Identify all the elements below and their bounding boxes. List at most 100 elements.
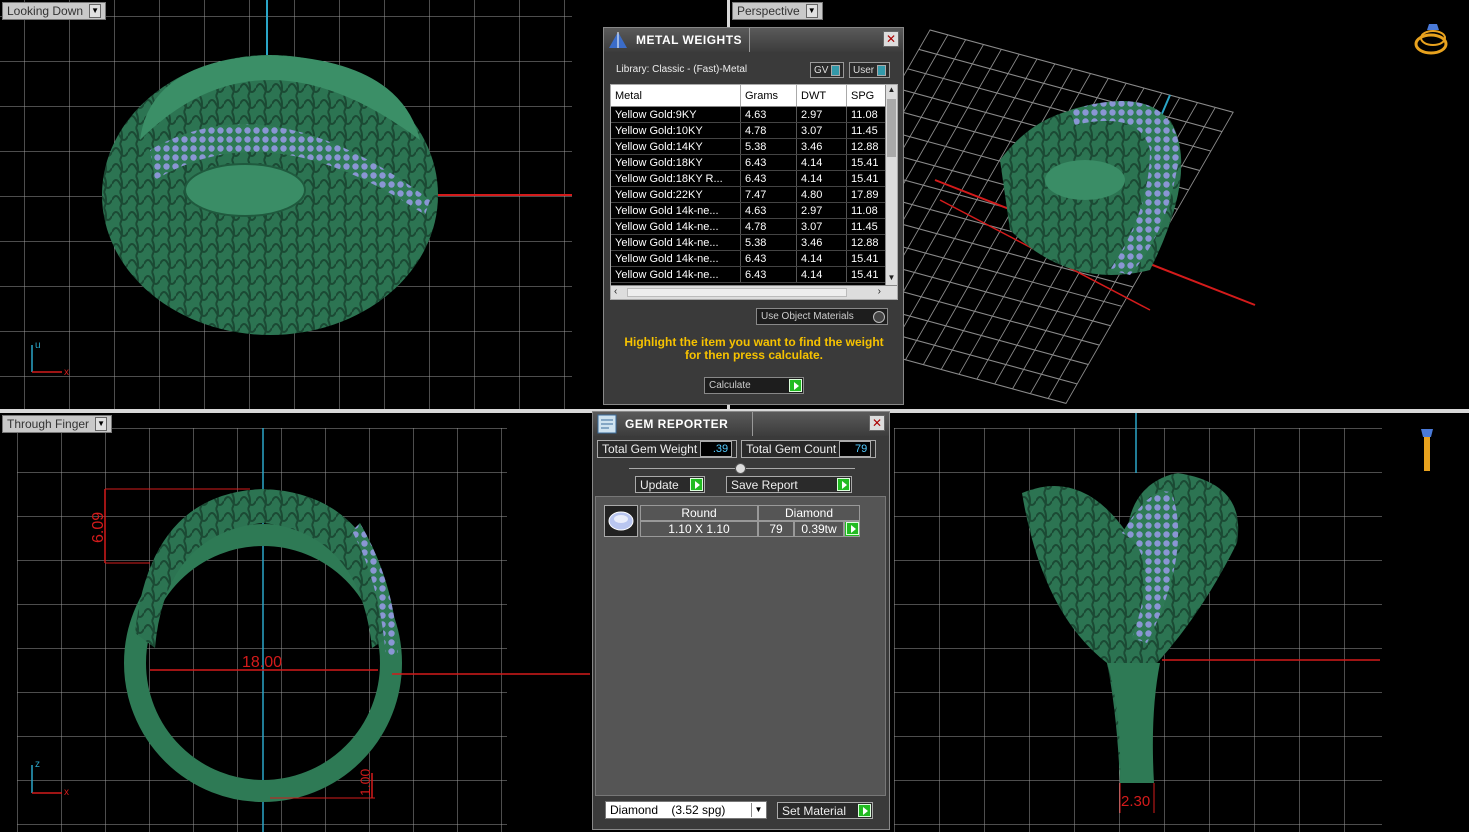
calculate-button[interactable]: Calculate xyxy=(704,377,804,394)
scroll-thumb[interactable] xyxy=(627,288,847,297)
close-icon[interactable]: ✕ xyxy=(869,415,885,431)
gem-table[interactable]: Round Diamond 1.10 X 1.10 79 0.39tw xyxy=(640,505,860,537)
scroll-right-icon[interactable]: › xyxy=(878,286,881,297)
set-material-button[interactable]: Set Material xyxy=(777,802,873,819)
viewport-mode-selector[interactable]: Through Finger ▼ xyxy=(2,415,113,433)
gv-label: GV xyxy=(814,64,829,76)
axis-z-label: z xyxy=(35,759,40,770)
cell-dwt: 3.07 xyxy=(797,219,847,234)
save-report-label: Save Report xyxy=(731,477,798,492)
cell-dwt: 4.14 xyxy=(797,267,847,282)
gv-toggle[interactable]: GV xyxy=(810,62,845,78)
horizontal-scrollbar[interactable]: ‹ › xyxy=(611,285,897,299)
viewport-mode-label: Through Finger xyxy=(7,417,90,431)
table-row[interactable]: 1.10 X 1.10 79 0.39tw xyxy=(640,521,860,537)
panel-resize-slider[interactable] xyxy=(629,463,855,474)
viewport-side[interactable]: 2.30 xyxy=(892,413,1469,832)
viewport-looking-down[interactable]: u x Looking Down ▼ xyxy=(0,0,572,410)
viewport-through-finger[interactable]: 18.00 6.09 1.00 z x Through Finger ▼ xyxy=(0,413,590,832)
metal-weights-table[interactable]: Metal Grams DWT SPG Yellow Gold:9KY 4.63 2… xyxy=(610,84,898,300)
column-header-grams[interactable]: Grams xyxy=(741,85,797,106)
cell-spg: 15.41 xyxy=(847,155,887,170)
gem-table-header: Round Diamond xyxy=(640,505,860,521)
viewport-mode-label: Looking Down xyxy=(7,4,84,18)
update-button[interactable]: Update xyxy=(635,476,705,493)
toggle-icon xyxy=(831,64,841,76)
user-toggle[interactable]: User xyxy=(849,62,891,78)
table-row[interactable]: Yellow Gold:14KY 5.38 3.46 12.88 xyxy=(611,139,897,155)
material-select[interactable]: Diamond (3.52 spg) ▼ xyxy=(605,801,767,819)
chevron-down-icon[interactable]: ▼ xyxy=(751,803,765,817)
table-row[interactable]: Yellow Gold 14k-ne... 5.38 3.46 12.88 xyxy=(611,235,897,251)
column-header-dwt[interactable]: DWT xyxy=(797,85,847,106)
table-body: Yellow Gold:9KY 4.63 2.97 11.08 Yellow Gold… xyxy=(611,107,897,283)
viewport-mode-label: Perspective xyxy=(737,4,800,18)
table-row[interactable]: Yellow Gold 14k-ne... 6.43 4.14 15.41 xyxy=(611,267,897,283)
cell-dwt: 3.07 xyxy=(797,123,847,138)
scroll-left-icon[interactable]: ‹ xyxy=(614,286,617,297)
cell-spg: 15.41 xyxy=(847,267,887,282)
gem-count-cell: 79 xyxy=(758,521,794,537)
cell-grams: 7.47 xyxy=(741,187,797,202)
axis-x-label: x xyxy=(64,787,69,798)
cad-workspace: u x Looking Down ▼ Perspective ▼ 18.00 6… xyxy=(0,0,1469,832)
cell-grams: 5.38 xyxy=(741,235,797,250)
viewport-mode-selector[interactable]: Perspective ▼ xyxy=(732,2,823,20)
gem-row-action-button[interactable] xyxy=(844,521,860,537)
cell-spg: 17.89 xyxy=(847,187,887,202)
table-row[interactable]: Yellow Gold 14k-ne... 6.43 4.14 15.41 xyxy=(611,251,897,267)
cell-metal: Yellow Gold:10KY xyxy=(611,123,741,138)
close-icon[interactable]: ✕ xyxy=(883,31,899,47)
round-diamond-icon[interactable] xyxy=(604,505,638,537)
gem-shape-header: Round xyxy=(640,505,758,521)
axis-u-label: u xyxy=(35,340,41,351)
cell-grams: 4.63 xyxy=(741,107,797,122)
cell-dwt: 3.46 xyxy=(797,139,847,154)
table-row[interactable]: Yellow Gold:9KY 4.63 2.97 11.08 xyxy=(611,107,897,123)
scroll-up-icon[interactable]: ▲ xyxy=(886,85,897,97)
table-row[interactable]: Yellow Gold:18KY R... 6.43 4.14 15.41 xyxy=(611,171,897,187)
table-row[interactable]: Yellow Gold 14k-ne... 4.78 3.07 11.45 xyxy=(611,219,897,235)
table-row[interactable]: Yellow Gold:10KY 4.78 3.07 11.45 xyxy=(611,123,897,139)
slider-handle[interactable] xyxy=(735,463,746,474)
total-gem-weight-label: Total Gem Weight xyxy=(602,442,698,456)
cell-metal: Yellow Gold 14k-ne... xyxy=(611,219,741,234)
column-header-spg[interactable]: SPG xyxy=(847,85,887,106)
table-row[interactable]: Yellow Gold 14k-ne... 4.63 2.97 11.08 xyxy=(611,203,897,219)
scroll-down-icon[interactable]: ▼ xyxy=(886,273,897,285)
gem-reporter-dialog: GEM REPORTER ✕ Total Gem Weight .39 Tota… xyxy=(592,411,890,830)
save-report-button[interactable]: Save Report xyxy=(726,476,852,493)
vertical-scrollbar[interactable]: ▲ ▼ xyxy=(885,85,897,285)
cell-spg: 15.41 xyxy=(847,251,887,266)
total-gem-count-label: Total Gem Count xyxy=(746,442,837,456)
scroll-thumb[interactable] xyxy=(887,99,896,157)
gem-weight-cell: 0.39tw xyxy=(794,521,844,537)
gem-reporter-titlebar[interactable]: GEM REPORTER ✕ xyxy=(593,412,889,436)
dimension-shank-width: 2.30 xyxy=(1121,793,1150,810)
viewport-mode-selector[interactable]: Looking Down ▼ xyxy=(2,2,107,20)
cell-grams: 6.43 xyxy=(741,267,797,282)
cell-metal: Yellow Gold 14k-ne... xyxy=(611,203,741,218)
total-gem-count-value: 79 xyxy=(839,441,872,457)
grid-looking-down: u x xyxy=(0,0,572,410)
chevron-down-icon[interactable]: ▼ xyxy=(89,4,102,18)
table-row[interactable]: Yellow Gold:22KY 7.47 4.80 17.89 xyxy=(611,187,897,203)
update-label: Update xyxy=(640,477,679,492)
cell-grams: 6.43 xyxy=(741,251,797,266)
calculate-label: Calculate xyxy=(709,380,751,391)
play-icon xyxy=(690,478,703,491)
metal-weights-titlebar[interactable]: METAL WEIGHTS ✕ xyxy=(604,28,903,52)
cell-spg: 11.08 xyxy=(847,107,887,122)
dimension-bottom-thickness: 1.00 xyxy=(357,769,373,796)
use-object-materials-toggle[interactable]: Use Object Materials xyxy=(756,308,888,325)
gem-totals-row: Total Gem Weight .39 Total Gem Count 79 xyxy=(597,440,877,458)
table-row[interactable]: Yellow Gold:18KY 6.43 4.14 15.41 xyxy=(611,155,897,171)
chevron-down-icon[interactable]: ▼ xyxy=(95,417,108,431)
ring-orientation-icon[interactable] xyxy=(1411,20,1451,60)
ring-side-orientation-icon[interactable] xyxy=(1415,423,1439,475)
column-header-metal[interactable]: Metal xyxy=(611,85,741,106)
cell-metal: Yellow Gold:22KY xyxy=(611,187,741,202)
cell-metal: Yellow Gold:18KY R... xyxy=(611,171,741,186)
radio-icon xyxy=(873,311,885,323)
chevron-down-icon[interactable]: ▼ xyxy=(805,4,818,18)
